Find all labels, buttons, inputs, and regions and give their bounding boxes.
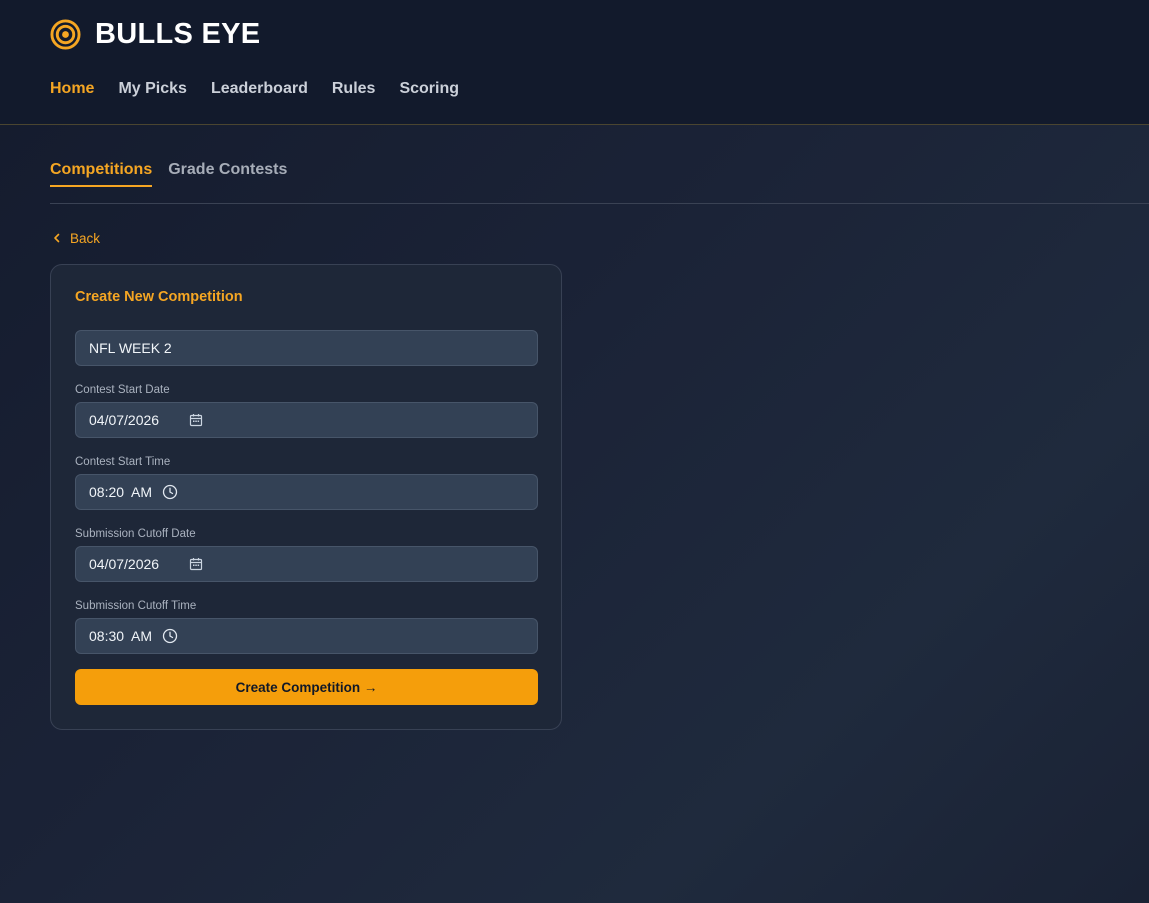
cutoff-time-value[interactable]: 08:30 AM (89, 628, 152, 644)
tab-grade-contests[interactable]: Grade Contests (168, 158, 287, 187)
target-icon (50, 18, 81, 50)
nav-item-my-picks[interactable]: My Picks (118, 80, 186, 98)
competition-name-input[interactable] (89, 340, 537, 356)
main-nav: Home My Picks Leaderboard Rules Scoring (50, 78, 459, 100)
app-header: BULLS EYE Home My Picks Leaderboard Rule… (0, 0, 1149, 125)
clock-icon[interactable] (162, 484, 178, 500)
cutoff-date-label: Submission Cutoff Date (75, 528, 196, 540)
nav-item-home[interactable]: Home (50, 80, 94, 98)
calendar-icon[interactable] (188, 412, 204, 428)
tab-competitions[interactable]: Competitions (50, 158, 153, 187)
start-time-field[interactable]: 08:20 AM (75, 474, 538, 510)
create-competition-card: Create New Competition Contest Start Dat… (50, 264, 562, 730)
card-title: Create New Competition (75, 289, 243, 305)
nav-item-rules[interactable]: Rules (332, 80, 376, 98)
start-date-value[interactable]: 04/07/2026 (89, 412, 159, 428)
tabs-divider (50, 203, 1149, 204)
start-date-label: Contest Start Date (75, 384, 170, 396)
create-competition-button[interactable]: Create Competition → (75, 669, 538, 705)
sub-tabs: Competitions Grade Contests (50, 158, 287, 188)
cutoff-date-field[interactable]: 04/07/2026 (75, 546, 538, 582)
competition-name-field[interactable] (75, 330, 538, 366)
cutoff-time-field[interactable]: 08:30 AM (75, 618, 538, 654)
cutoff-time-label: Submission Cutoff Time (75, 600, 197, 612)
brand-title: BULLS EYE (95, 17, 261, 50)
brand[interactable]: BULLS EYE (50, 17, 260, 51)
nav-item-scoring[interactable]: Scoring (399, 80, 459, 98)
nav-item-leaderboard[interactable]: Leaderboard (211, 80, 308, 98)
chevron-left-icon (54, 233, 60, 243)
back-label: Back (70, 230, 101, 246)
calendar-icon[interactable] (188, 556, 204, 572)
clock-icon[interactable] (162, 628, 178, 644)
start-time-label: Contest Start Time (75, 456, 171, 468)
start-time-value[interactable]: 08:20 AM (89, 484, 152, 500)
back-link[interactable]: Back (52, 229, 100, 247)
start-date-field[interactable]: 04/07/2026 (75, 402, 538, 438)
cutoff-date-value[interactable]: 04/07/2026 (89, 556, 159, 572)
